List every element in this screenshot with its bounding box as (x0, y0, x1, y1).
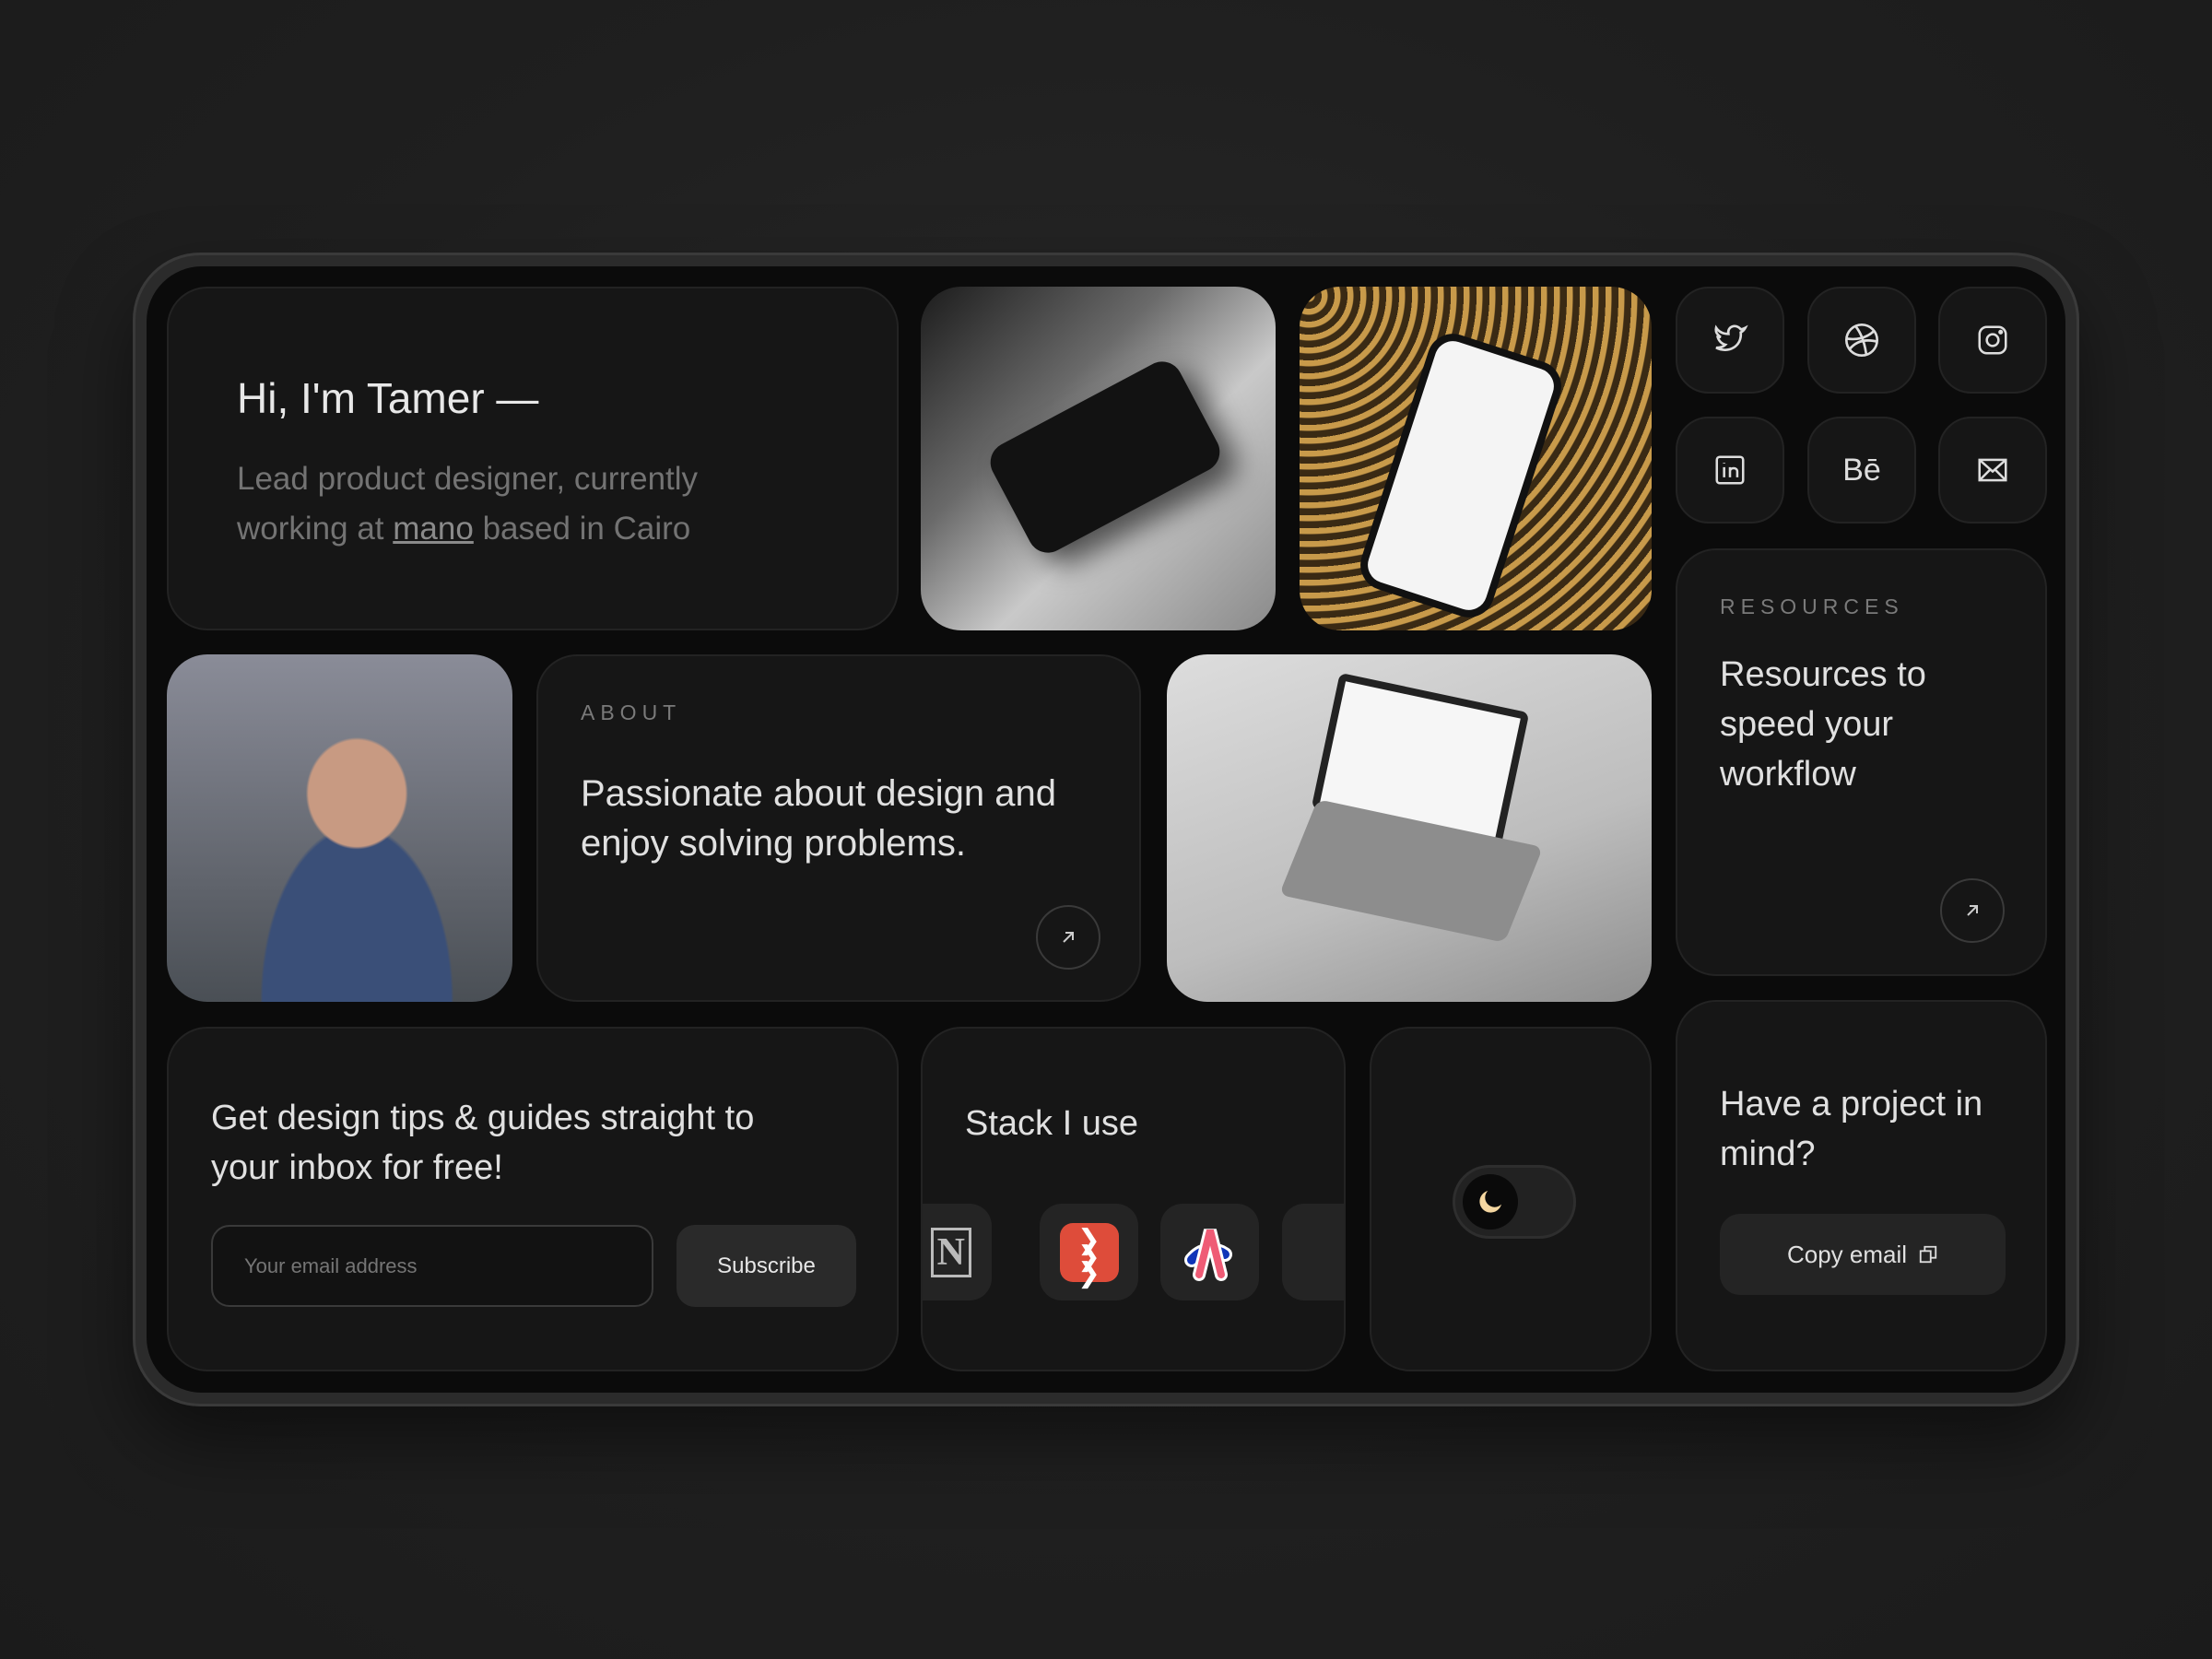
newsletter-title: Get design tips & guides straight to your… (211, 1099, 755, 1187)
linkedin-button[interactable] (1676, 417, 1784, 524)
company-link[interactable]: mano (393, 511, 474, 547)
resources-title: Resources to speed your workflow (1720, 655, 1926, 794)
about-label: ABOUT (581, 700, 682, 724)
theme-toggle[interactable] (1453, 1165, 1576, 1239)
about-title: Passionate about design and enjoy solving… (581, 773, 1056, 864)
email-input[interactable] (211, 1225, 653, 1307)
arrow-up-right-icon (1967, 905, 1978, 916)
moon-icon (1479, 1191, 1501, 1213)
project-card: Have a project in mind? Copy email (1676, 1000, 2047, 1371)
phone-on-rattan-photo (1300, 287, 1652, 630)
resources-arrow-button[interactable] (1940, 878, 2005, 943)
intro-line-2a: working at (237, 511, 384, 547)
toggle-knob (1463, 1174, 1518, 1230)
twitter-button[interactable] (1676, 287, 1784, 394)
linkedin-icon (1715, 455, 1745, 485)
arrow-up-right-icon (1063, 932, 1074, 943)
copy-icon (1919, 1245, 1937, 1264)
intro-card: Hi, I'm Tamer — Lead product designer, c… (167, 287, 899, 630)
project-title: Have a project in mind? (1720, 1085, 1983, 1173)
phone-shape (1353, 326, 1569, 625)
intro-text: Lead product designer, currently working… (237, 454, 698, 554)
dribbble-icon (1845, 324, 1878, 357)
subscribe-button[interactable]: Subscribe (677, 1225, 856, 1307)
stack-title: Stack I use (965, 1104, 1138, 1143)
copy-email-label: Copy email (1786, 1240, 1908, 1268)
theme-card (1370, 1027, 1652, 1371)
dribbble-button[interactable] (1807, 287, 1916, 394)
app-tile[interactable] (1160, 1204, 1259, 1300)
newsletter-card: Get design tips & guides straight to your… (167, 1027, 899, 1371)
about-arrow-button[interactable] (1036, 905, 1100, 970)
phone-shape (982, 354, 1228, 560)
phone-mockup-photo (921, 287, 1276, 630)
instagram-button[interactable] (1938, 287, 2047, 394)
mail-icon (1978, 458, 2007, 482)
behance-icon: Bē (1842, 452, 1881, 488)
app-tile-partial[interactable] (1282, 1204, 1344, 1300)
instagram-icon (1978, 325, 2007, 355)
todoist-icon: ❯ ❯ ❯ (1059, 1222, 1119, 1287)
twitter-icon (1714, 324, 1748, 351)
todoist-tile[interactable]: ❯ ❯ ❯ (1040, 1204, 1138, 1300)
resources-card[interactable]: RESOURCES Resources to speed your workflow (1676, 548, 2047, 976)
notion-icon: N (930, 1227, 971, 1277)
greeting-heading: Hi, I'm Tamer — (237, 374, 539, 422)
stack-card: Stack I use N ❯ ❯ ❯ (921, 1027, 1346, 1371)
behance-button[interactable]: Bē (1807, 417, 1916, 524)
email-button[interactable] (1938, 417, 2047, 524)
app-icon (1183, 1228, 1232, 1281)
resources-label: RESOURCES (1720, 594, 1904, 618)
notion-tile[interactable]: N (923, 1204, 992, 1300)
intro-line-2b: based in Cairo (482, 511, 691, 547)
intro-line-1: Lead product designer, currently (237, 461, 699, 497)
copy-email-button[interactable]: Copy email (1720, 1214, 2006, 1295)
about-card[interactable]: ABOUT Passionate about design and enjoy s… (536, 654, 1141, 1002)
laptop-photo (1167, 654, 1652, 1002)
portrait-photo (167, 654, 512, 1002)
